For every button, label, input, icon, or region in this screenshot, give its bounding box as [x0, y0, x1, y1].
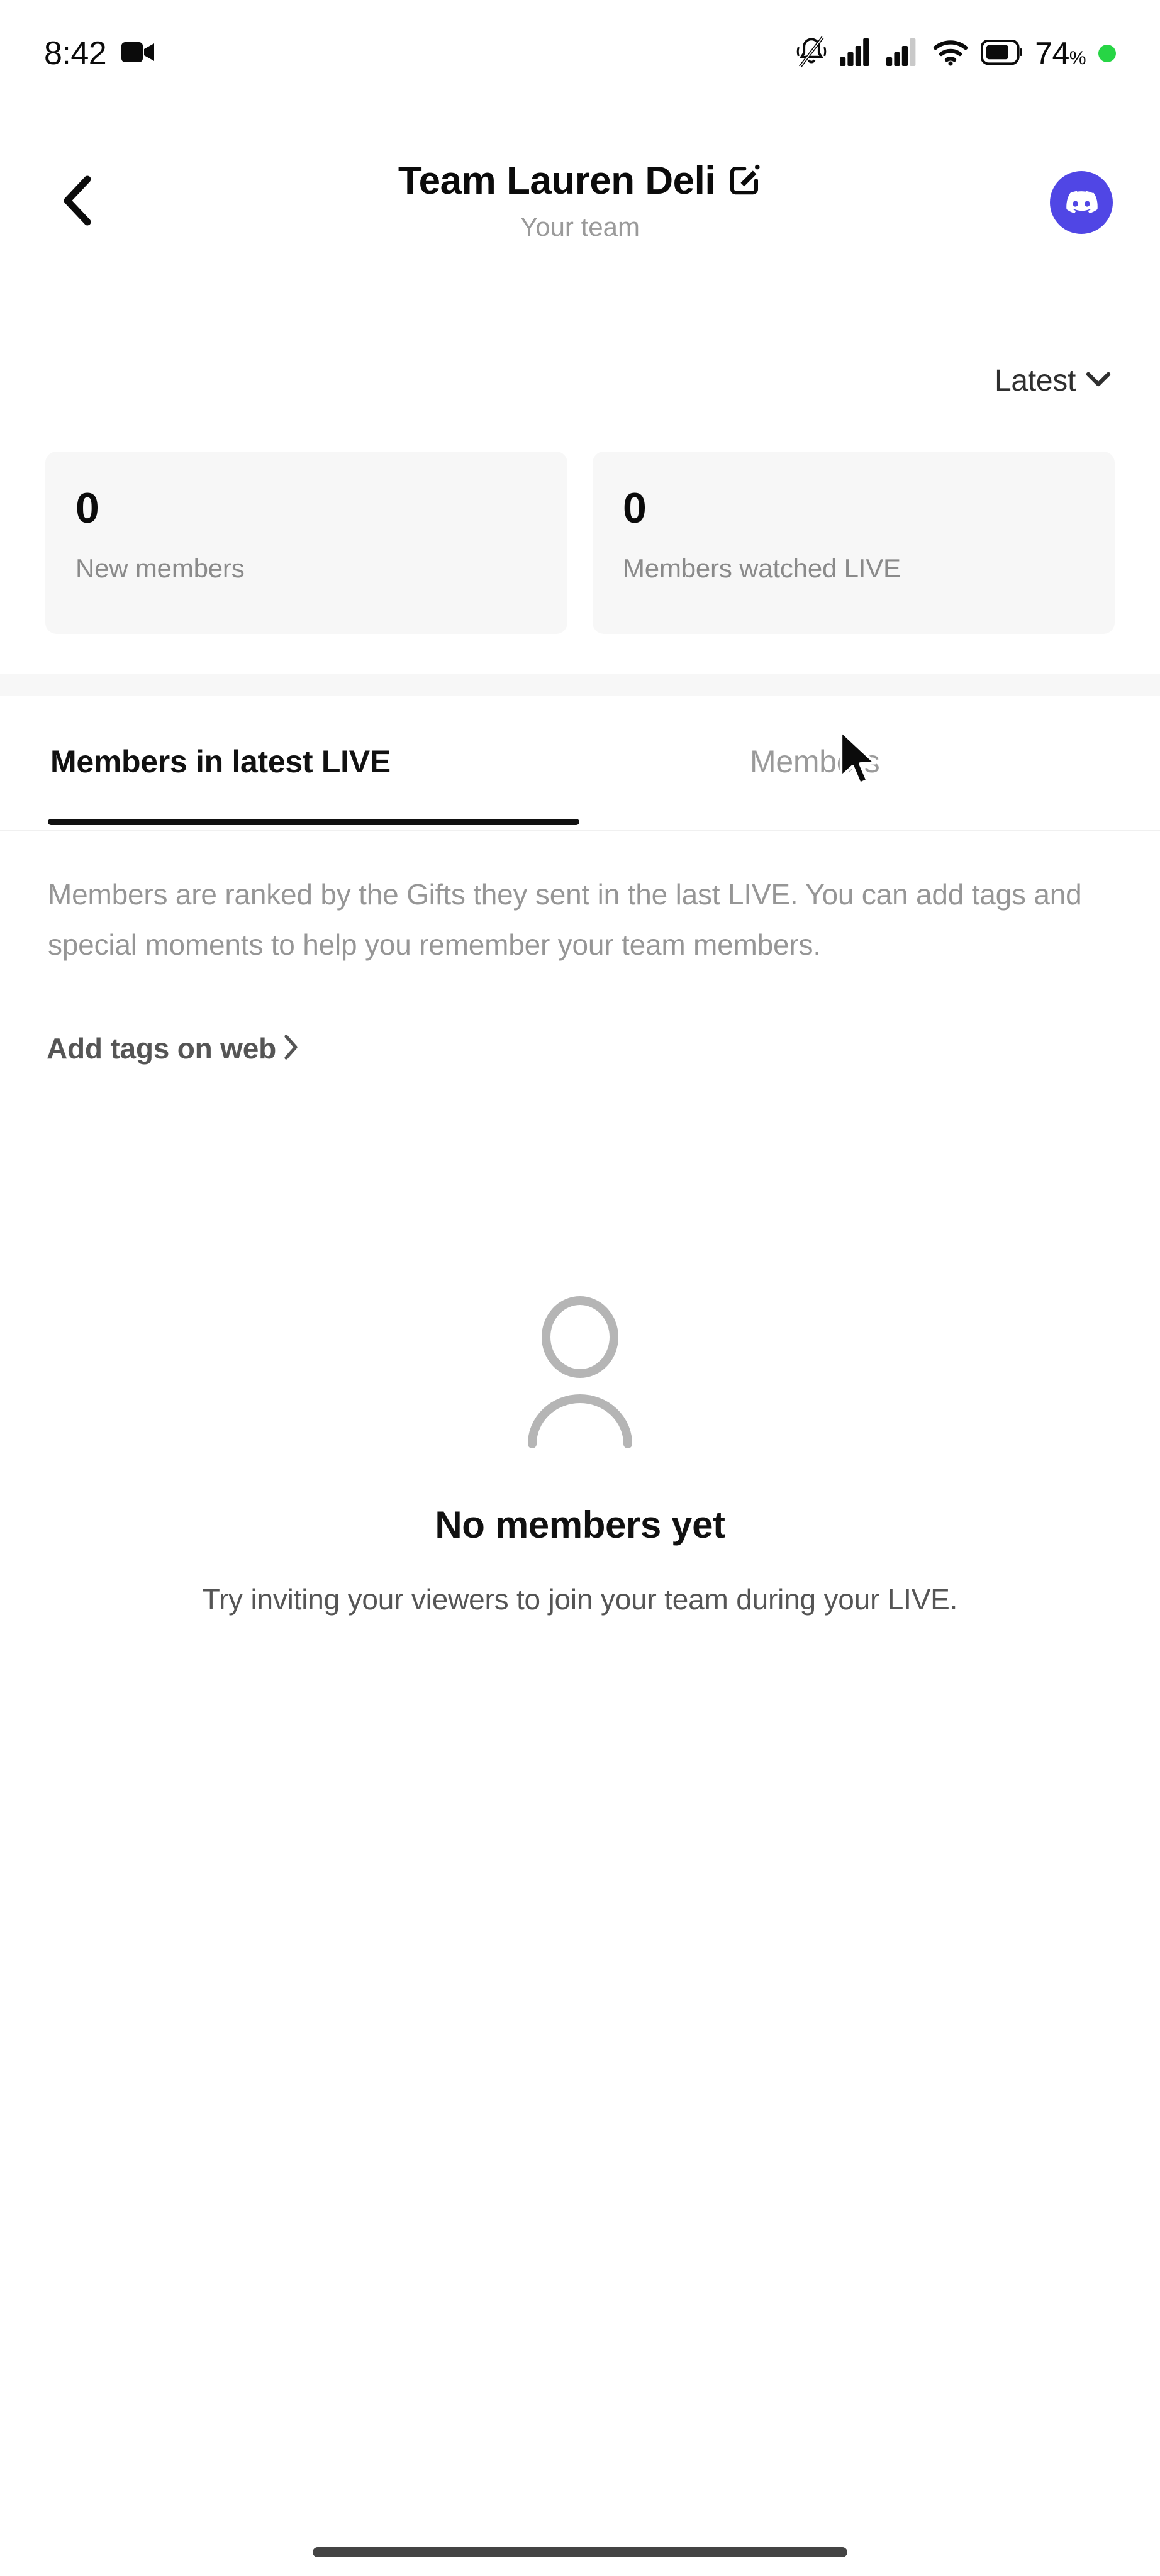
- signal-bars-icon: [840, 38, 874, 69]
- stat-value: 0: [623, 484, 647, 532]
- stat-label: New members: [75, 553, 245, 583]
- status-bar-clock: 8:42: [44, 35, 107, 72]
- recording-dot-icon: [1098, 45, 1116, 62]
- wifi-icon: [933, 38, 968, 69]
- empty-state: No members yet Try inviting your viewers…: [0, 1296, 1160, 1623]
- latest-filter-dropdown[interactable]: Latest: [995, 364, 1111, 398]
- section-separator: [0, 674, 1160, 696]
- empty-state-title: No members yet: [435, 1504, 725, 1546]
- stats-row: 0 New members 0 Members watched LIVE: [45, 452, 1115, 634]
- tab-bar: Members in latest LIVE Members: [0, 696, 1160, 828]
- battery-icon: [980, 39, 1023, 68]
- tab-bar-divider: [0, 830, 1160, 831]
- stat-card-members-watched-live[interactable]: 0 Members watched LIVE: [593, 452, 1115, 634]
- tab-active-indicator: [48, 819, 579, 825]
- video-camera-icon: [121, 40, 157, 68]
- edit-pencil-icon[interactable]: [728, 162, 762, 199]
- latest-filter-label: Latest: [995, 364, 1076, 397]
- discord-button[interactable]: [1050, 170, 1113, 237]
- empty-state-subtitle: Try inviting your viewers to join your t…: [202, 1583, 958, 1616]
- add-tags-on-web-link[interactable]: Add tags on web: [47, 1031, 299, 1065]
- stat-label: Members watched LIVE: [623, 553, 901, 583]
- battery-percentage: 74%: [1035, 36, 1086, 71]
- status-bar-right: 74%: [796, 35, 1116, 72]
- stat-value: 0: [75, 484, 99, 532]
- page-header: Team Lauren Deli Your team: [0, 158, 1160, 265]
- phone-screen: 8:42 74% Team Lauren Deli Your team Late…: [0, 0, 1160, 2576]
- tab-description: Members are ranked by the Gifts they sen…: [48, 878, 1082, 961]
- chevron-right-icon: [282, 1033, 299, 1064]
- add-tags-on-web-label: Add tags on web: [47, 1032, 277, 1065]
- title-row: Team Lauren Deli: [0, 158, 1160, 203]
- status-bar-left: 8:42: [44, 35, 157, 72]
- page-title: Team Lauren Deli: [398, 159, 716, 203]
- tab-members-in-latest-live[interactable]: Members in latest LIVE: [50, 696, 391, 828]
- tab-members[interactable]: Members: [750, 696, 880, 828]
- header-subtitle: Your team: [520, 212, 640, 242]
- home-indicator-bar[interactable]: [313, 2547, 847, 2557]
- person-outline-icon: [0, 1296, 1160, 1453]
- chevron-down-icon: [1086, 371, 1111, 391]
- bell-muted-icon: [796, 35, 827, 72]
- status-bar: 8:42 74%: [0, 0, 1160, 107]
- stat-card-new-members[interactable]: 0 New members: [45, 452, 567, 634]
- header-title-block: Team Lauren Deli Your team: [0, 158, 1160, 242]
- signal-bars-secondary-icon: [886, 38, 920, 69]
- discord-icon: [1050, 170, 1113, 237]
